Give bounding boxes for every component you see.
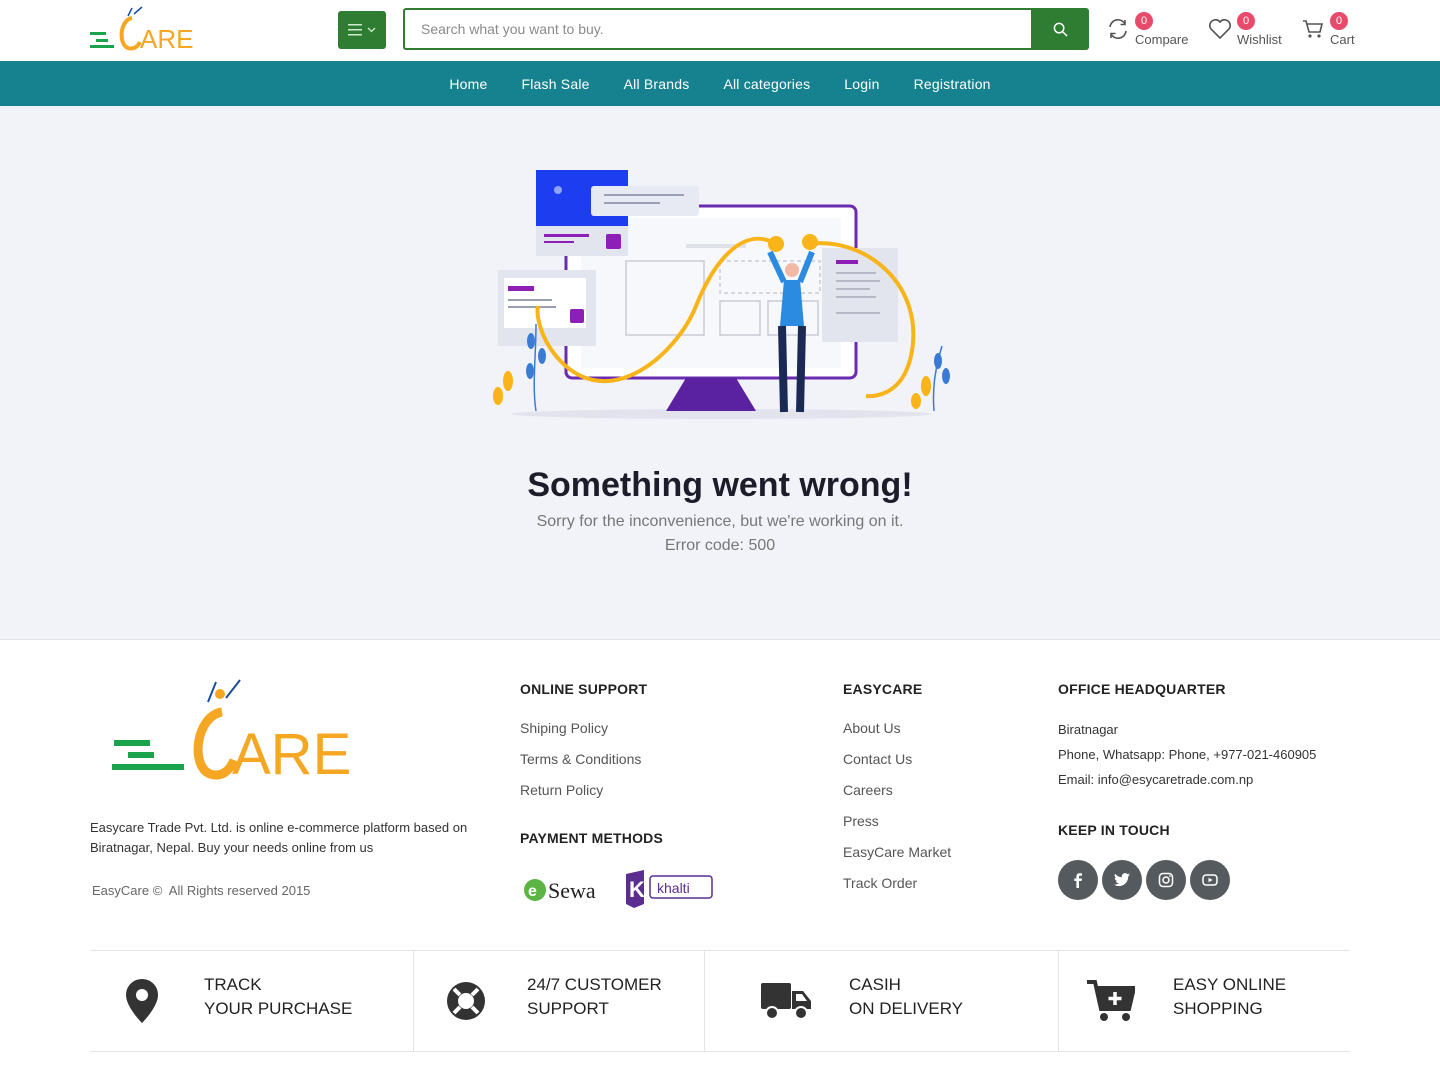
footer-link-return-policy[interactable]: Return Policy (520, 782, 603, 798)
error-illustration (493, 170, 950, 419)
compare-label: Compare (1135, 32, 1189, 47)
svg-text:ARE: ARE (140, 24, 193, 52)
office-email: Email: info@esycaretrade.com.np (1058, 772, 1254, 787)
esewa-logo: e Sewa (524, 878, 596, 903)
easycare-title: EASYCARE (843, 681, 923, 697)
instagram-icon[interactable] (1146, 860, 1186, 900)
feature-track-purchase: TRACK YOUR PURCHASE (90, 951, 413, 1051)
search-bar (403, 8, 1089, 50)
office-headquarter-title: OFFICE HEADQUARTER (1058, 681, 1226, 697)
hamburger-icon (348, 24, 362, 36)
feature-line1: EASY ONLINE (1173, 975, 1287, 994)
twitter-icon[interactable] (1102, 860, 1142, 900)
footer: ARE Easycare Trade Pvt. Ltd. is online e… (0, 640, 1440, 1092)
cart-plus-icon (1087, 980, 1135, 1021)
refresh-icon (1109, 19, 1127, 39)
keep-in-touch-title: KEEP IN TOUCH (1058, 822, 1170, 838)
nav-home[interactable]: Home (432, 76, 504, 92)
footer-link-press[interactable]: Press (843, 813, 879, 829)
feature-line1: 24/7 CUSTOMER (527, 975, 662, 994)
error-title: Something went wrong! (527, 466, 913, 504)
nav-flash-sale[interactable]: Flash Sale (504, 76, 606, 92)
svg-text:khalti: khalti (657, 880, 690, 896)
nav-all-categories[interactable]: All categories (706, 76, 827, 92)
youtube-icon[interactable] (1190, 860, 1230, 900)
footer-link-contact-us[interactable]: Contact Us (843, 751, 912, 767)
wishlist-link[interactable]: 0 Wishlist (1208, 12, 1288, 52)
truck-icon (761, 983, 811, 1020)
svg-text:Sewa: Sewa (548, 878, 596, 903)
error-message: Sorry for the inconvenience, but we're w… (536, 513, 904, 530)
wishlist-label: Wishlist (1237, 32, 1282, 47)
feature-cash-on-delivery: CASIH ON DELIVERY (705, 951, 1058, 1051)
footer-link-careers[interactable]: Careers (843, 782, 893, 798)
chevron-down-icon (367, 27, 376, 33)
nav-all-brands[interactable]: All Brands (607, 76, 707, 92)
feature-customer-support: 24/7 CUSTOMER SUPPORT (414, 951, 704, 1051)
footer-link-track-order[interactable]: Track Order (843, 875, 917, 891)
svg-text:e: e (528, 883, 537, 900)
search-button[interactable] (1031, 8, 1089, 50)
payment-methods-title: PAYMENT METHODS (520, 830, 664, 846)
office-phone: Phone, Whatsapp: Phone, +977-021-460905 (1058, 747, 1317, 762)
search-input[interactable] (403, 8, 1031, 50)
feature-line2: SHOPPING (1173, 999, 1263, 1018)
feature-line1: CASIH (849, 975, 901, 994)
cart-link[interactable]: 0 Cart (1302, 12, 1362, 52)
copyright-text: EasyCare © All Rights reserved 2015 (92, 883, 311, 898)
heart-icon (1209, 19, 1231, 40)
feature-easy-online-shopping: EASY ONLINE SHOPPING (1059, 951, 1350, 1051)
wishlist-count-badge: 0 (1237, 12, 1255, 30)
top-header: ARE 0 Compare 0 (0, 0, 1440, 61)
nav-registration[interactable]: Registration (897, 76, 1008, 92)
facebook-icon[interactable] (1058, 860, 1098, 900)
cart-count-badge: 0 (1330, 12, 1348, 30)
search-icon (1053, 22, 1068, 37)
compare-link[interactable]: 0 Compare (1107, 12, 1197, 52)
map-pin-icon (126, 979, 158, 1023)
features-strip: TRACK YOUR PURCHASE 24/7 CUSTOMER SUPPOR… (90, 950, 1350, 1052)
footer-link-shipping-policy[interactable]: Shiping Policy (520, 720, 608, 736)
svg-text:ARE: ARE (232, 722, 351, 784)
khalti-logo: K khalti (626, 870, 713, 908)
svg-text:K: K (629, 877, 645, 902)
footer-link-easycare-market[interactable]: EasyCare Market (843, 844, 951, 860)
social-links (1058, 860, 1230, 900)
main-nav: Home Flash Sale All Brands All categorie… (0, 61, 1440, 106)
cart-label: Cart (1330, 32, 1355, 47)
error-section: Something went wrong! Sorry for the inco… (0, 106, 1440, 640)
footer-link-about-us[interactable]: About Us (843, 720, 901, 736)
office-city: Biratnagar (1058, 722, 1118, 737)
easycare-logo[interactable]: ARE (88, 4, 208, 52)
error-code: Error code: 500 (664, 537, 776, 554)
lifebuoy-icon (447, 982, 485, 1020)
feature-line2: YOUR PURCHASE (204, 999, 353, 1018)
company-about: Easycare Trade Pvt. Ltd. is online e-com… (90, 820, 468, 855)
compare-count-badge: 0 (1135, 12, 1153, 30)
cart-icon (1303, 20, 1324, 38)
feature-line1: TRACK (204, 975, 262, 994)
nav-login[interactable]: Login (827, 76, 896, 92)
footer-link-terms[interactable]: Terms & Conditions (520, 751, 641, 767)
feature-line2: ON DELIVERY (849, 999, 964, 1018)
feature-line2: SUPPORT (527, 999, 609, 1018)
easycare-footer-logo[interactable]: ARE (108, 678, 370, 784)
category-menu-button[interactable] (338, 11, 386, 49)
online-support-title: ONLINE SUPPORT (520, 681, 648, 697)
